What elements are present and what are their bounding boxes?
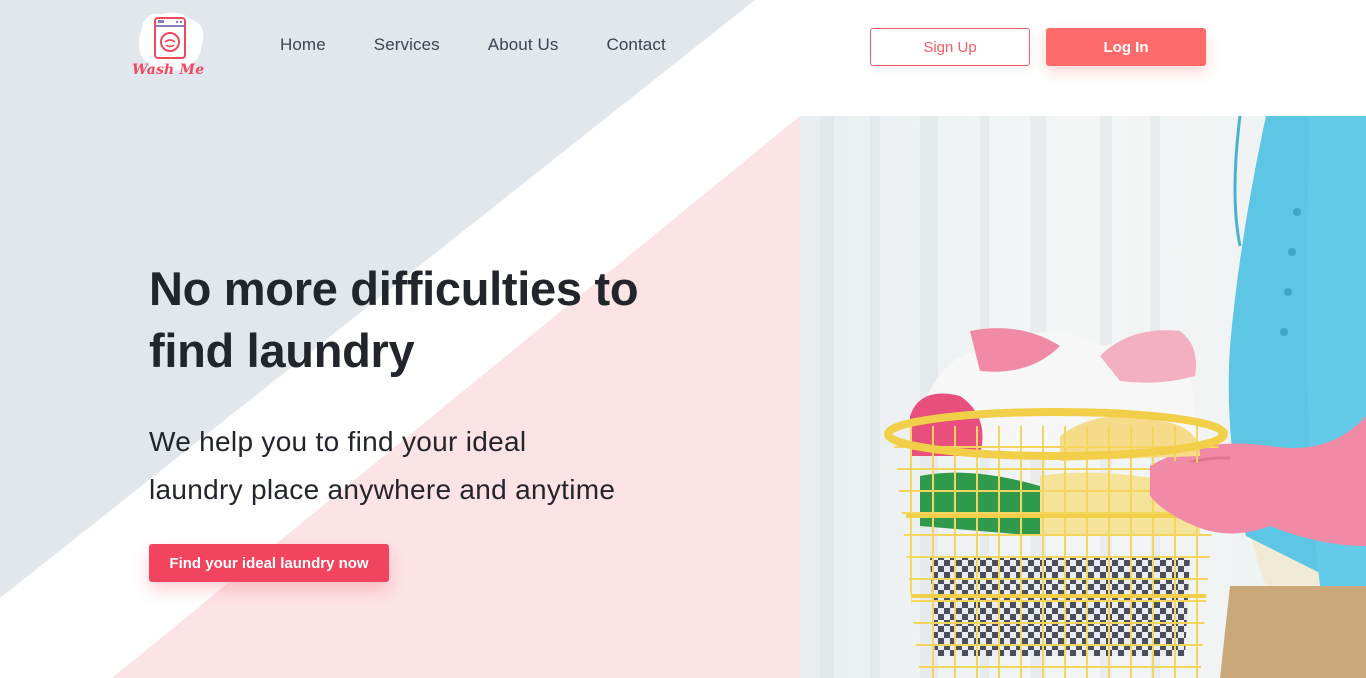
hero-headline-line-1: No more difficulties to: [149, 262, 639, 315]
hero-subheadline-line-1: We help you to find your ideal: [149, 426, 527, 457]
hero-headline: No more difficulties to find laundry: [149, 258, 749, 382]
nav-about-link[interactable]: About Us: [488, 35, 559, 55]
nav-contact-link[interactable]: Contact: [606, 35, 665, 55]
signup-button[interactable]: Sign Up: [870, 28, 1030, 66]
main-nav: Home Services About Us Contact: [280, 35, 714, 55]
brand-name[interactable]: Wash Me: [132, 62, 204, 78]
login-button[interactable]: Log In: [1046, 28, 1206, 66]
hero-subheadline-line-2: laundry place anywhere and anytime: [149, 474, 616, 505]
hero-laundry-basket-image: [800, 116, 1366, 678]
hero-headline-line-2: find laundry: [149, 324, 415, 377]
hero-subheadline: We help you to find your ideal laundry p…: [149, 418, 769, 514]
nav-home-link[interactable]: Home: [280, 35, 326, 55]
nav-services-link[interactable]: Services: [374, 35, 440, 55]
find-laundry-cta-button[interactable]: Find your ideal laundry now: [149, 544, 389, 582]
